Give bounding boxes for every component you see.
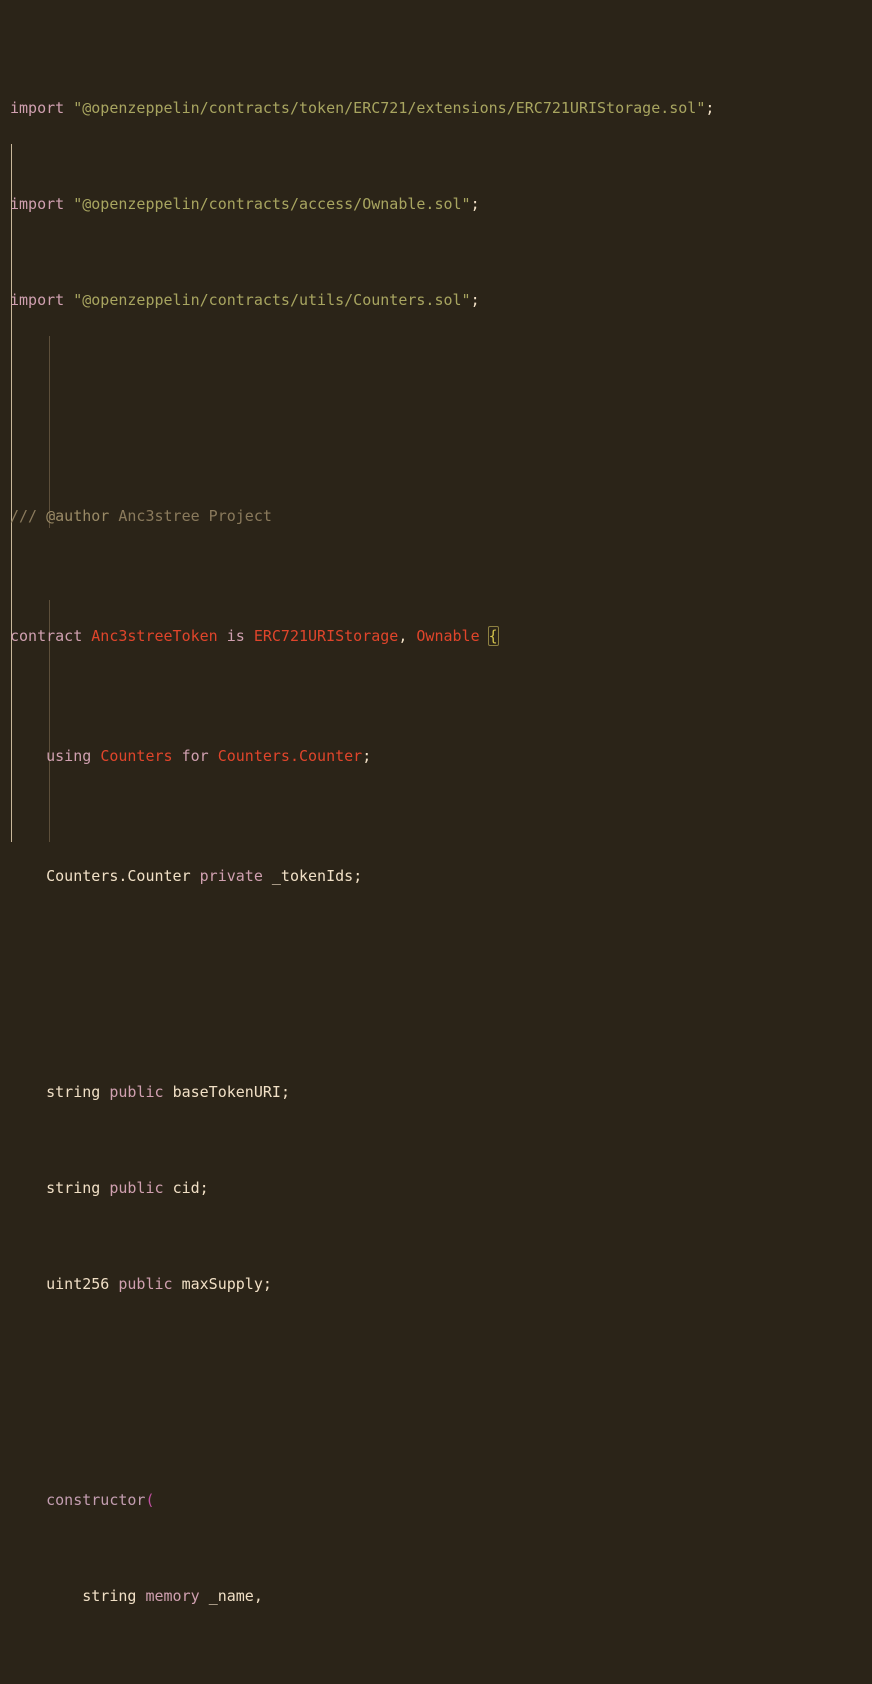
comment-tag-author: @author [46, 507, 110, 525]
import-path: "@openzeppelin/contracts/utils/Counters.… [73, 291, 471, 309]
code-line-author-comment: /// @author Anc3stree Project [10, 504, 872, 528]
keyword-import: import [10, 99, 65, 117]
base-separator: , [398, 627, 417, 645]
code-line-constructor-param-2: string memory _symbol, [10, 1680, 872, 1684]
code-line-import-3: import "@openzeppelin/contracts/utils/Co… [10, 288, 872, 312]
counter-variable-name: _tokenIds [271, 867, 354, 885]
keyword-for: for [181, 747, 209, 765]
code-line-import-1: import "@openzeppelin/contracts/token/ER… [10, 96, 872, 120]
code-line-contract-declaration: contract Anc3streeToken is ERC721URIStor… [10, 624, 872, 648]
param-location: memory [145, 1683, 199, 1684]
keyword-import: import [10, 195, 65, 213]
code-content[interactable]: import "@openzeppelin/contracts/token/ER… [0, 0, 872, 1684]
semicolon: ; [199, 1179, 209, 1197]
semicolon: ; [362, 747, 372, 765]
paren-open: ( [145, 1491, 155, 1509]
code-line-state-var-baseTokenURI: string public baseTokenURI; [10, 1080, 872, 1104]
param-type: string [82, 1683, 136, 1684]
keyword-public: public [109, 1083, 164, 1101]
keyword-private: private [199, 867, 263, 885]
state-var-name: baseTokenURI [172, 1083, 281, 1101]
param-location: memory [145, 1587, 200, 1605]
keyword-import: import [10, 291, 65, 309]
state-var-type: string [46, 1083, 101, 1101]
code-line-state-var-cid: string public cid; [10, 1176, 872, 1200]
state-var-name: maxSupply [181, 1275, 263, 1293]
comment-slashes: /// [10, 507, 47, 525]
code-line-constructor-open: constructor( [10, 1488, 872, 1512]
comma: , [253, 1587, 263, 1605]
comma: , [272, 1683, 281, 1684]
keyword-constructor: constructor [46, 1491, 146, 1509]
semicolon: ; [470, 195, 480, 213]
base-contract-1: ERC721URIStorage [253, 627, 399, 645]
state-var-name: cid [172, 1179, 200, 1197]
semicolon: ; [353, 867, 363, 885]
code-line-counter-declaration: Counters.Counter private _tokenIds; [10, 864, 872, 888]
using-target-type: Counters.Counter [217, 747, 363, 765]
import-path: "@openzeppelin/contracts/token/ERC721/ex… [73, 99, 706, 117]
keyword-is: is [226, 627, 245, 645]
counter-type: Counters.Counter [46, 867, 191, 885]
keyword-using: using [46, 747, 92, 765]
keyword-public: public [109, 1179, 164, 1197]
comment-text: Anc3stree Project [109, 507, 272, 525]
import-path: "@openzeppelin/contracts/access/Ownable.… [73, 195, 471, 213]
library-name: Counters [100, 747, 173, 765]
semicolon: ; [705, 99, 715, 117]
param-name: _symbol [209, 1683, 272, 1684]
state-var-type: uint256 [46, 1275, 110, 1293]
param-name: _name [208, 1587, 254, 1605]
contract-name: Anc3streeToken [91, 627, 218, 645]
keyword-public: public [118, 1275, 173, 1293]
code-line-import-2: import "@openzeppelin/contracts/access/O… [10, 192, 872, 216]
code-line-state-var-maxSupply: uint256 public maxSupply; [10, 1272, 872, 1296]
code-line-using-statement: using Counters for Counters.Counter; [10, 744, 872, 768]
keyword-contract: contract [10, 627, 83, 645]
bracket-match-open-brace: { [487, 626, 499, 646]
semicolon: ; [470, 291, 480, 309]
semicolon: ; [262, 1275, 272, 1293]
semicolon: ; [280, 1083, 290, 1101]
param-type: string [82, 1587, 137, 1605]
state-var-type: string [46, 1179, 101, 1197]
base-contract-2: Ownable [416, 627, 480, 645]
code-editor-viewport[interactable]: import "@openzeppelin/contracts/token/ER… [0, 0, 872, 1684]
code-line-constructor-param-1: string memory _name, [10, 1584, 872, 1608]
